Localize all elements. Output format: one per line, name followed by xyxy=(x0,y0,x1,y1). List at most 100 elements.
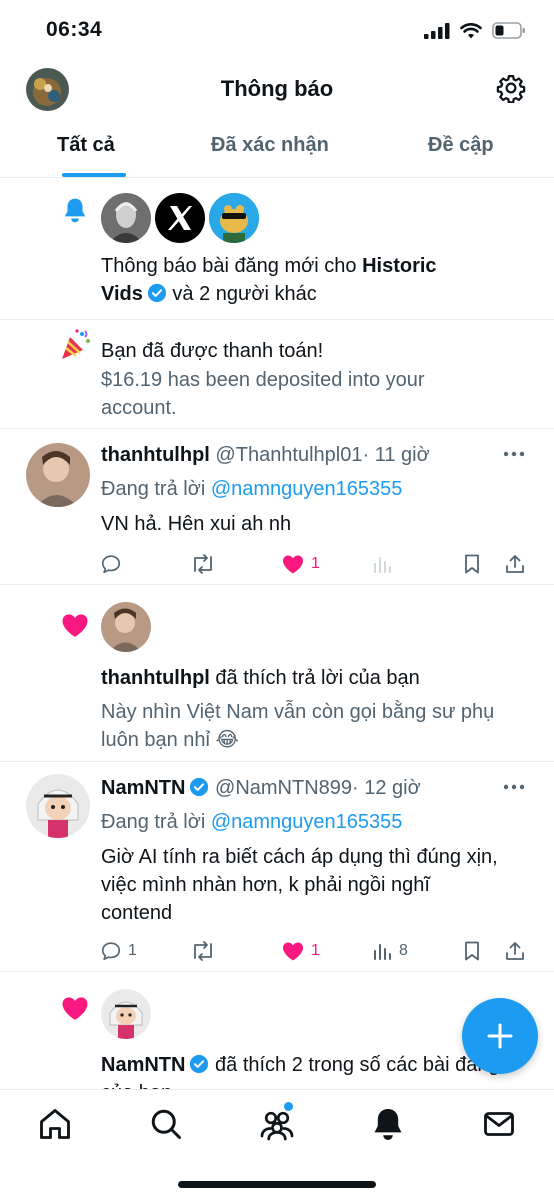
replying-to-line: Đang trả lời @namnguyen165355 xyxy=(101,478,403,500)
like-text: NamNTN đã thích 2 trong số các bài đăng xyxy=(101,1054,500,1076)
status-bar: 06:34 xyxy=(0,0,554,60)
reply-button[interactable] xyxy=(100,549,122,579)
page-title: Thông báo xyxy=(220,76,334,101)
x-logo-avatar[interactable] xyxy=(155,193,205,243)
search-icon[interactable] xyxy=(148,1106,184,1142)
status-time: 06:34 xyxy=(46,18,103,41)
battery-icon xyxy=(492,22,525,39)
bell-icon xyxy=(64,198,86,223)
repost-button[interactable] xyxy=(190,549,216,579)
bookmark-button[interactable] xyxy=(462,549,482,579)
namntn-avatar[interactable] xyxy=(26,774,90,838)
liked-quote-line-1: Này nhìn Việt Nam vẫn còn gọi bằng sư ph… xyxy=(101,701,495,723)
thanhtulhpl-avatar[interactable] xyxy=(26,443,90,507)
like-count: 1 xyxy=(311,555,320,572)
home-icon[interactable] xyxy=(37,1106,73,1142)
tab-all[interactable]: Tất cả xyxy=(57,134,115,157)
reply-notification-thanhtulhpl[interactable]: thanhtulhpl @Thanhtulhpl01· 11 giờ Đang … xyxy=(0,429,554,585)
verified-badge-icon xyxy=(190,777,209,797)
heart-filled-icon xyxy=(283,942,303,961)
notifications-bell-icon[interactable] xyxy=(370,1106,406,1142)
like-notification-thanhtulhpl[interactable]: thanhtulhpl đã thích trả lời của bạn Này… xyxy=(0,585,554,762)
post-alert-notification[interactable]: Thông báo bài đăng mới cho Historic Vids… xyxy=(0,179,554,320)
heart-filled-icon xyxy=(283,555,303,574)
namntn-small-avatar[interactable] xyxy=(101,989,151,1039)
author-name[interactable]: thanhtulhpl xyxy=(101,444,210,466)
bookmark-button[interactable] xyxy=(462,936,482,966)
view-count: 8 xyxy=(399,942,408,959)
reply-text-line-1: Giờ AI tính ra biết cách áp dụng thì đún… xyxy=(101,846,498,868)
reply-header: thanhtulhpl @Thanhtulhpl01· 11 giờ xyxy=(101,441,430,469)
more-options-icon[interactable] xyxy=(503,451,525,457)
plus-icon xyxy=(487,1023,513,1049)
notification-tabs: Tất cả Đã xác nhận Đề cập xyxy=(0,118,554,178)
like-button[interactable]: 1 xyxy=(281,936,320,966)
settings-gear-icon[interactable] xyxy=(496,73,526,103)
payment-notification[interactable]: Bạn đã được thanh toán! $16.19 has been … xyxy=(0,320,554,429)
repost-button[interactable] xyxy=(190,936,216,966)
replying-to-link[interactable]: @namnguyen165355 xyxy=(211,811,403,833)
party-popper-icon xyxy=(62,329,90,359)
views-button[interactable] xyxy=(371,549,393,579)
heart-icon xyxy=(62,997,88,1020)
repost-icon xyxy=(194,554,212,574)
views-icon xyxy=(374,944,391,960)
payment-title: Bạn đã được thanh toán! xyxy=(101,340,324,362)
home-indicator xyxy=(178,1181,376,1188)
communities-icon[interactable] xyxy=(259,1106,295,1142)
views-icon xyxy=(374,557,391,573)
payment-line-2: account. xyxy=(101,397,177,419)
replying-to-link[interactable]: @namnguyen165355 xyxy=(211,478,403,500)
reply-count: 1 xyxy=(128,942,137,959)
more-options-icon[interactable] xyxy=(503,784,525,790)
new-activity-dot xyxy=(284,1102,293,1111)
reply-icon xyxy=(101,555,121,574)
reply-text-line-2: việc mình nhàn hơn, k phải ngồi nghĩ xyxy=(101,874,430,896)
notification-feed[interactable]: Thông báo bài đăng mới cho Historic Vids… xyxy=(0,179,554,1089)
reply-header: NamNTN @NamNTN899· 12 giờ xyxy=(101,774,421,802)
views-button[interactable]: 8 xyxy=(371,936,408,966)
post-time: · 12 giờ xyxy=(352,777,421,799)
like-text-line-2: của bạn xyxy=(101,1079,172,1089)
tab-verified[interactable]: Đã xác nhận xyxy=(211,134,329,157)
active-tab-indicator xyxy=(62,173,126,177)
thanhtulhpl-small-avatar[interactable] xyxy=(101,602,151,652)
liked-quote-line-2: luôn bạn nhỉ 😂 xyxy=(101,729,239,751)
cellular-signal-icon xyxy=(424,22,450,39)
bookmark-icon xyxy=(465,554,479,574)
post-actions: 1 xyxy=(100,549,530,579)
heart-icon xyxy=(62,614,88,637)
post-actions: 1 1 8 xyxy=(100,936,530,966)
author-name[interactable]: NamNTN xyxy=(101,777,185,799)
payment-line-1: $16.19 has been deposited into your xyxy=(101,369,425,391)
like-count: 1 xyxy=(311,942,320,959)
verified-badge-icon xyxy=(190,1054,209,1074)
top-header: Thông báo xyxy=(0,60,554,118)
historic-vids-avatar[interactable] xyxy=(101,193,151,243)
share-icon xyxy=(506,555,524,573)
share-icon xyxy=(506,942,524,960)
bookmark-icon xyxy=(465,941,479,961)
reply-text: VN hả. Hên xui ah nh xyxy=(101,513,292,535)
reply-text-line-3: contend xyxy=(101,902,173,924)
share-button[interactable] xyxy=(504,936,526,966)
tab-mentions[interactable]: Đề cập xyxy=(428,134,494,157)
wifi-icon xyxy=(460,22,482,38)
messages-icon[interactable] xyxy=(481,1106,517,1142)
repost-icon xyxy=(194,941,212,961)
like-button[interactable]: 1 xyxy=(281,549,320,579)
share-button[interactable] xyxy=(504,549,526,579)
reply-icon xyxy=(101,942,121,961)
replying-to-line: Đang trả lời @namnguyen165355 xyxy=(101,811,403,833)
reply-notification-namntn[interactable]: NamNTN @NamNTN899· 12 giờ Đang trả lời @… xyxy=(0,762,554,972)
verified-badge-icon xyxy=(147,283,166,303)
reply-button[interactable]: 1 xyxy=(100,936,137,966)
compose-button[interactable] xyxy=(462,998,538,1074)
author-handle[interactable]: @NamNTN899 xyxy=(215,777,352,799)
like-text: thanhtulhpl đã thích trả lời của bạn xyxy=(101,667,420,689)
post-alert-text: Thông báo bài đăng mới cho Historic Vids… xyxy=(101,255,437,305)
status-icons xyxy=(424,22,526,39)
post-time: · 11 giờ xyxy=(362,444,430,466)
author-handle[interactable]: @Thanhtulhpl01 xyxy=(215,444,362,466)
doge-avatar[interactable] xyxy=(209,193,259,243)
